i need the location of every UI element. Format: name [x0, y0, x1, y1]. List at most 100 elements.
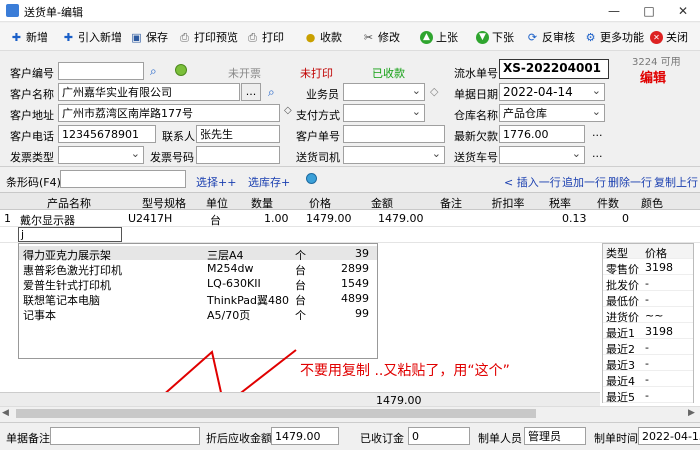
eraser-icon[interactable]: ◇	[430, 85, 438, 98]
product-name-editor[interactable]: j	[18, 227, 122, 242]
scroll-right-icon[interactable]: ▶	[688, 408, 695, 418]
minimize-button[interactable]: —	[597, 0, 631, 22]
cell-pieces[interactable]: 0	[622, 212, 629, 225]
table-row[interactable]: 1 戴尔显示器 U2417H 台 1.00 1479.00 1479.00 0.…	[0, 210, 700, 227]
previous-button[interactable]: ▲ 上张	[420, 28, 458, 46]
col-product-name[interactable]: 产品名称	[14, 195, 124, 211]
vehicle-select[interactable]	[499, 146, 585, 164]
col-unit[interactable]: 单位	[202, 195, 232, 211]
list-item[interactable]: 记事本 A5/70页 个 99	[19, 306, 377, 322]
globe-icon[interactable]	[306, 173, 317, 184]
list-item[interactable]: 惠普彩色激光打印机 M254dw 台 2899	[19, 261, 377, 277]
select-product-button[interactable]: 选择++	[196, 174, 236, 190]
print-button[interactable]: ⎙ 打印	[246, 28, 284, 46]
contact-input[interactable]: 张先生	[196, 125, 280, 143]
customer-name-input[interactable]: 广州嘉华实业有限公司	[58, 83, 240, 101]
save-button[interactable]: ▣ 保存	[130, 28, 168, 46]
close-window-button[interactable]: ✕	[666, 0, 700, 22]
scroll-left-icon[interactable]: ◀	[2, 408, 9, 418]
col-tax[interactable]: 税率	[540, 195, 580, 211]
col-amount[interactable]: 金额	[350, 195, 414, 211]
remark-input[interactable]	[50, 427, 200, 445]
price-row[interactable]: 最近1 3198	[603, 324, 693, 340]
cell-product-name[interactable]: 戴尔显示器	[20, 212, 75, 228]
cell-price[interactable]: 1479.00	[306, 212, 352, 225]
scrollbar-thumb[interactable]	[16, 409, 536, 418]
serial-number-field[interactable]: XS-202204001	[499, 59, 609, 79]
import-new-button[interactable]: ✚ 引入新增	[62, 28, 122, 46]
cell-quantity[interactable]: 1.00	[264, 212, 289, 225]
customer-picker-button[interactable]: ...	[241, 83, 261, 101]
vehicle-detail-button[interactable]: ...	[592, 147, 603, 160]
horizontal-scrollbar[interactable]: ◀ ▶	[0, 406, 700, 420]
col-color[interactable]: 颜色	[634, 195, 670, 211]
more-functions-button[interactable]: ⚙ 更多功能	[584, 28, 644, 46]
received-label: 已收订金	[360, 432, 404, 445]
cell-unit[interactable]: 台	[210, 212, 221, 228]
list-item[interactable]: 得力亚克力展示架 三层A4 个 39	[19, 246, 377, 262]
insert-row-button[interactable]: < 插入一行	[504, 174, 561, 190]
cell-amount[interactable]: 1479.00	[378, 212, 424, 225]
barcode-input[interactable]	[60, 170, 186, 188]
append-row-button[interactable]: 追加一行	[562, 174, 606, 190]
warehouse-select[interactable]: 产品仓库	[499, 104, 605, 122]
col-model[interactable]: 型号规格	[126, 195, 202, 211]
price-row[interactable]: 批发价 -	[603, 276, 693, 292]
debt-label: 最新欠款	[454, 130, 498, 143]
price-row[interactable]: 最低价 -	[603, 292, 693, 308]
pay-method-select[interactable]	[343, 104, 425, 122]
unapprove-button[interactable]: ⟳ 反审核	[526, 28, 575, 46]
price-row[interactable]: 零售价 3198	[603, 260, 693, 276]
search-icon[interactable]: ⌕	[150, 64, 157, 79]
col-price[interactable]: 价格	[292, 195, 348, 211]
col-discount[interactable]: 折扣率	[488, 195, 528, 211]
receivable-label: 折后应收金额	[206, 432, 272, 445]
address-input[interactable]: 广州市荔湾区南岸路177号	[58, 104, 280, 122]
modify-button[interactable]: ✂ 修改	[362, 28, 400, 46]
list-item[interactable]: 联想笔记本电脑 ThinkPad翼480 台 4899	[19, 291, 377, 307]
cell-model[interactable]: U2417H	[128, 212, 172, 225]
price-row[interactable]: 最近5-	[603, 388, 693, 404]
select-stock-button[interactable]: 选库存+	[248, 174, 290, 190]
customer-order-input[interactable]	[343, 125, 445, 143]
price-row[interactable]: 最近4-	[603, 372, 693, 388]
edit-icon: ✂	[363, 30, 374, 44]
diamond-icon: ◇	[284, 105, 292, 116]
date-picker[interactable]: 2022-04-14	[499, 83, 605, 101]
salesman-select[interactable]	[343, 83, 425, 101]
customer-search-icon[interactable]: ⌕	[268, 85, 275, 100]
globe-icon[interactable]	[175, 64, 187, 76]
next-button[interactable]: ▼ 下张	[476, 28, 514, 46]
receive-payment-button[interactable]: ● 收款	[304, 28, 342, 46]
table-row-editing[interactable]: j	[0, 227, 700, 243]
col-pieces[interactable]: 件数	[590, 195, 626, 211]
invoice-number-label: 发票号码	[150, 151, 194, 164]
price-row[interactable]: 最近2-	[603, 340, 693, 356]
customer-code-input[interactable]	[58, 62, 144, 80]
price-table-header: 类型 价格	[603, 244, 693, 260]
debt-detail-button[interactable]: ...	[592, 126, 603, 139]
invoice-type-select[interactable]	[58, 146, 144, 164]
delete-row-button[interactable]: 删除一行	[608, 174, 652, 190]
copy-row-button[interactable]: 复制上行	[654, 174, 698, 190]
list-item[interactable]: 爱普生针式打印机 LQ-630KII 台 1549	[19, 276, 377, 292]
received-field[interactable]: 0	[408, 427, 470, 445]
maker-field: 管理员	[524, 427, 586, 445]
price-row[interactable]: 进货价 ~~	[603, 308, 693, 324]
driver-select[interactable]	[343, 146, 445, 164]
new-button[interactable]: ✚ 新增	[10, 28, 48, 46]
vehicle-label: 送货车号	[454, 151, 498, 164]
cell-tax[interactable]: 0.13	[562, 212, 587, 225]
phone-input[interactable]: 12345678901	[58, 125, 156, 143]
close-button[interactable]: ✕ 关闭	[650, 28, 688, 46]
pay-method-label: 支付方式	[296, 109, 340, 122]
col-quantity[interactable]: 数量	[234, 195, 290, 211]
receivable-field[interactable]: 1479.00	[271, 427, 339, 445]
invoice-number-input[interactable]	[196, 146, 280, 164]
price-row[interactable]: 最近3-	[603, 356, 693, 372]
col-remark[interactable]: 备注	[416, 195, 486, 211]
print-status: 未打印	[300, 67, 333, 80]
print-preview-button[interactable]: ⎙ 打印预览	[178, 28, 238, 46]
maximize-button[interactable]: □	[632, 0, 666, 22]
time-label: 制单时间	[594, 432, 638, 445]
